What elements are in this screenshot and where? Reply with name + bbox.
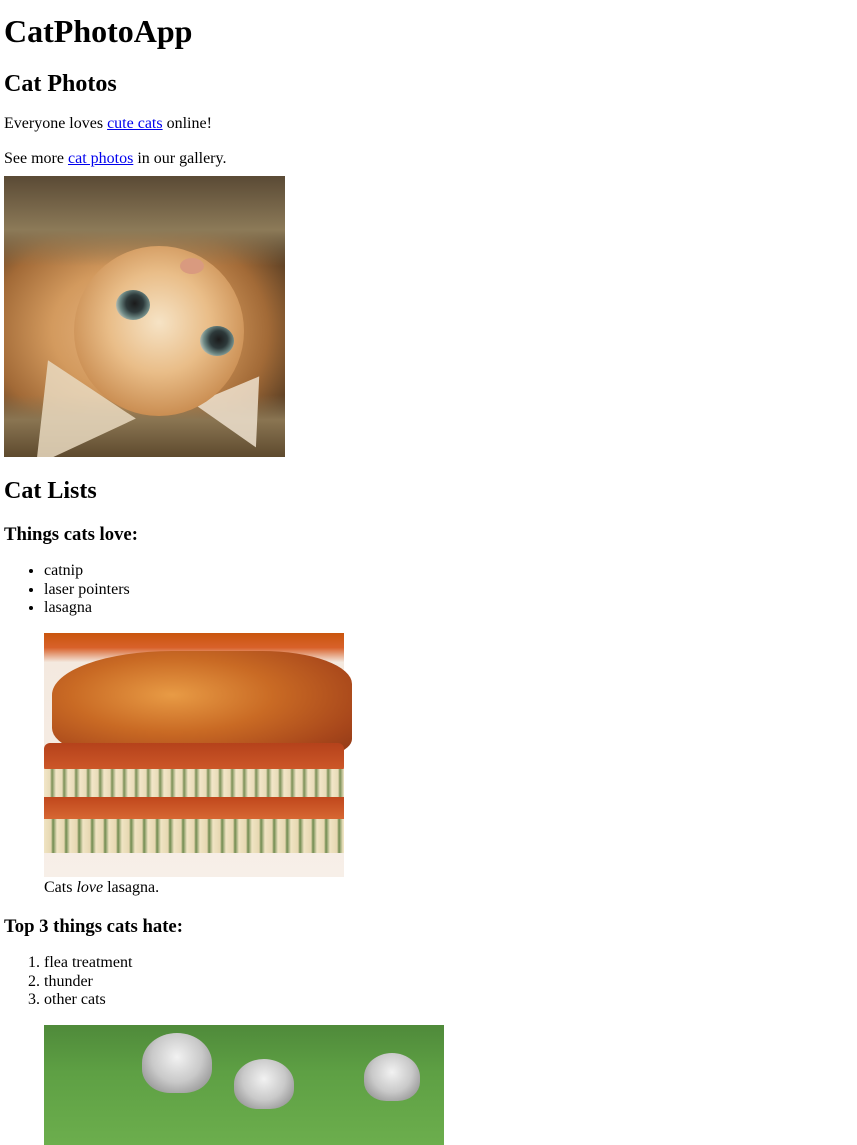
- gallery-text-after: in our gallery.: [133, 149, 227, 167]
- cat-lists-heading: Cat Lists: [4, 477, 97, 504]
- cat-lists-section: Cat Lists Things cats love: catnip laser…: [4, 477, 853, 1145]
- intro-text-after: online!: [162, 115, 212, 133]
- list-item: catnip: [44, 562, 853, 580]
- cat-photos-section: Cat Photos Everyone loves cute cats onli…: [4, 70, 853, 457]
- gallery-text-before: See more: [4, 149, 68, 167]
- caption-text-before: Cats: [44, 879, 77, 897]
- things-cats-hate-heading: Top 3 things cats hate:: [4, 915, 183, 937]
- cats-love-list: catnip laser pointers lasagna: [4, 562, 853, 617]
- main-content: CatPhotoApp Cat Photos Everyone loves cu…: [4, 12, 853, 1145]
- lasagna-image: [44, 633, 352, 878]
- kittens-image: [44, 1025, 444, 1145]
- list-item: laser pointers: [44, 581, 853, 599]
- intro-text-before: Everyone loves: [4, 115, 108, 133]
- cat-photo-image[interactable]: [4, 175, 285, 457]
- list-item: flea treatment: [44, 954, 853, 972]
- caption-text-after: lasagna.: [103, 879, 160, 897]
- caption-emphasis: love: [76, 879, 104, 897]
- gallery-paragraph: See more cat photos in our gallery.: [4, 150, 853, 168]
- cat-image-link[interactable]: [4, 168, 285, 457]
- lasagna-caption: Cats love lasagna.: [44, 879, 853, 897]
- list-item: lasagna: [44, 599, 853, 617]
- kittens-figure: [44, 1025, 853, 1145]
- list-item: other cats: [44, 991, 853, 1009]
- cats-hate-list: flea treatment thunder other cats: [4, 954, 853, 1009]
- things-cats-love-heading: Things cats love:: [4, 523, 138, 545]
- list-item: thunder: [44, 973, 853, 991]
- app-title: CatPhotoApp: [4, 13, 193, 49]
- intro-paragraph: Everyone loves cute cats online!: [4, 115, 853, 133]
- cat-photos-link[interactable]: cat photos: [68, 150, 133, 167]
- cat-photos-heading: Cat Photos: [4, 71, 117, 98]
- lasagna-figure: Cats love lasagna.: [44, 633, 853, 897]
- cute-cats-link[interactable]: cute cats: [107, 115, 163, 132]
